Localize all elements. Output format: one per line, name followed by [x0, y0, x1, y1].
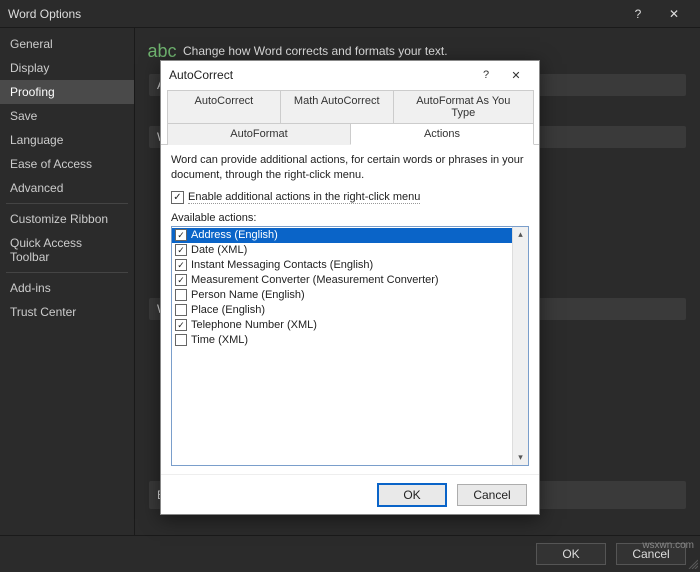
dialog-description: Word can provide additional actions, for… — [171, 153, 529, 183]
tab-math-autocorrect[interactable]: Math AutoCorrect — [280, 90, 394, 123]
sidebar-item-customize-ribbon[interactable]: Customize Ribbon — [0, 207, 134, 231]
dialog-title: AutoCorrect — [169, 68, 471, 82]
enable-actions-checkbox-row[interactable]: ✓ Enable additional actions in the right… — [171, 189, 529, 206]
checkbox-icon[interactable]: ✓ — [175, 244, 187, 256]
tab-autoformat-as-you-type[interactable]: AutoFormat As You Type — [393, 90, 534, 123]
action-label: Telephone Number (XML) — [191, 319, 317, 331]
window-title: Word Options — [8, 7, 620, 21]
sidebar-item-general[interactable]: General — [0, 32, 134, 56]
page-subtitle: Change how Word corrects and formats you… — [183, 44, 448, 58]
autocorrect-dialog: AutoCorrect ? ✕ AutoCorrect Math AutoCor… — [160, 60, 540, 515]
action-label: Measurement Converter (Measurement Conve… — [191, 274, 439, 286]
action-label: Date (XML) — [191, 244, 247, 256]
sidebar-item-advanced[interactable]: Advanced — [0, 176, 134, 200]
action-list-item[interactable]: ✓ Telephone Number (XML) — [172, 318, 512, 333]
checkbox-icon[interactable] — [175, 289, 187, 301]
action-label: Address (English) — [191, 229, 278, 241]
sidebar-item-quick-access-toolbar[interactable]: Quick Access Toolbar — [0, 231, 134, 269]
cancel-button[interactable]: Cancel — [457, 484, 527, 506]
scroll-down-icon[interactable]: ▾ — [518, 452, 523, 463]
action-label: Place (English) — [191, 304, 265, 316]
sidebar-item-add-ins[interactable]: Add-ins — [0, 276, 134, 300]
available-actions-list: ✓ Address (English) ✓ Date (XML) ✓ Instant Me… — [171, 226, 529, 466]
dialog-tabs: AutoCorrect Math AutoCorrect AutoFormat … — [161, 89, 539, 145]
action-label: Person Name (English) — [191, 289, 305, 301]
sidebar-item-display[interactable]: Display — [0, 56, 134, 80]
action-list-item[interactable]: ✓ Date (XML) — [172, 243, 512, 258]
checkbox-icon[interactable] — [175, 304, 187, 316]
action-list-item[interactable]: Place (English) — [172, 303, 512, 318]
checkbox-icon[interactable]: ✓ — [175, 319, 187, 331]
scroll-up-icon[interactable]: ▴ — [518, 229, 523, 240]
checkbox-icon[interactable] — [175, 334, 187, 346]
action-list-item[interactable]: ✓ Address (English) — [172, 228, 512, 243]
ok-button[interactable]: OK — [536, 543, 606, 565]
action-list-item[interactable]: ✓ Measurement Converter (Measurement Conv… — [172, 273, 512, 288]
sidebar-item-ease-of-access[interactable]: Ease of Access — [0, 152, 134, 176]
checkbox-icon[interactable]: ✓ — [171, 191, 184, 204]
word-options-footer: OK Cancel — [0, 535, 700, 571]
sidebar-item-proofing[interactable]: Proofing — [0, 80, 134, 104]
dialog-footer: OK Cancel — [161, 474, 539, 514]
action-list-item[interactable]: ✓ Instant Messaging Contacts (English) — [172, 258, 512, 273]
action-list-item[interactable]: Person Name (English) — [172, 288, 512, 303]
available-actions-label: Available actions: — [171, 212, 529, 224]
help-icon[interactable]: ? — [620, 0, 656, 28]
sidebar-item-language[interactable]: Language — [0, 128, 134, 152]
tab-autoformat[interactable]: AutoFormat — [167, 123, 351, 145]
checkbox-icon[interactable]: ✓ — [175, 229, 187, 241]
tab-actions[interactable]: Actions — [350, 123, 534, 145]
action-label: Time (XML) — [191, 334, 248, 346]
resize-grip-icon[interactable] — [686, 557, 698, 569]
watermark: wsxwn.com — [642, 540, 694, 551]
close-icon[interactable]: ✕ — [501, 61, 531, 89]
help-icon[interactable]: ? — [471, 61, 501, 89]
sidebar-item-save[interactable]: Save — [0, 104, 134, 128]
sidebar-item-trust-center[interactable]: Trust Center — [0, 300, 134, 324]
scrollbar[interactable]: ▴ ▾ — [512, 227, 528, 465]
action-label: Instant Messaging Contacts (English) — [191, 259, 373, 271]
action-list-item[interactable]: Time (XML) — [172, 333, 512, 348]
tab-autocorrect[interactable]: AutoCorrect — [167, 90, 281, 123]
checkbox-icon[interactable]: ✓ — [175, 259, 187, 271]
enable-actions-label: Enable additional actions in the right-c… — [188, 191, 420, 204]
close-icon[interactable]: ✕ — [656, 0, 692, 28]
dialog-titlebar: AutoCorrect ? ✕ — [161, 61, 539, 89]
ok-button[interactable]: OK — [377, 483, 447, 507]
sidebar: General Display Proofing Save Language E… — [0, 28, 135, 535]
checkbox-icon[interactable]: ✓ — [175, 274, 187, 286]
titlebar: Word Options ? ✕ — [0, 0, 700, 28]
